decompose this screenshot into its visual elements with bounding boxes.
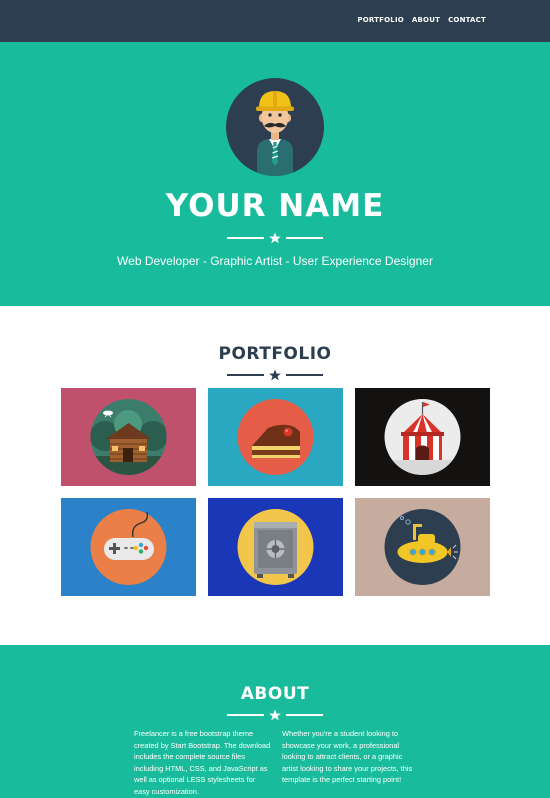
- game-controller-icon: [61, 498, 196, 596]
- star-icon: [269, 232, 281, 244]
- star-icon: [269, 369, 281, 381]
- portfolio-section: PORTFOLIO: [0, 306, 550, 645]
- about-section: ABOUT Freelancer is a free bootstrap the…: [0, 645, 550, 798]
- star-divider: [227, 369, 323, 381]
- nav-link-contact[interactable]: CONTACT: [448, 16, 486, 24]
- about-text-left: Freelancer is a free bootstrap theme cre…: [134, 729, 271, 796]
- cake-icon: [208, 388, 343, 486]
- hero-skills: Web Developer - Graphic Artist - User Ex…: [117, 254, 433, 268]
- hero-name: YOUR NAME: [165, 188, 385, 224]
- portfolio-heading: PORTFOLIO: [218, 344, 332, 364]
- star-divider: [227, 709, 323, 721]
- about-heading: ABOUT: [240, 684, 310, 704]
- nav-links: PORTFOLIO ABOUT CONTACT: [357, 16, 486, 24]
- avatar-icon: [226, 78, 324, 176]
- circus-tent-icon: [355, 388, 490, 486]
- portfolio-item-controller[interactable]: [61, 498, 196, 596]
- star-icon: [269, 709, 281, 721]
- portfolio-item-circus[interactable]: [355, 388, 490, 486]
- portfolio-item-submarine[interactable]: [355, 498, 490, 596]
- hero-section: YOUR NAME Web Developer - Graphic Artist…: [0, 42, 550, 306]
- nav-link-about[interactable]: ABOUT: [412, 16, 440, 24]
- nav-link-portfolio[interactable]: PORTFOLIO: [357, 16, 403, 24]
- about-text-right: Whether you're a student looking to show…: [282, 729, 413, 784]
- portfolio-item-cake[interactable]: [208, 388, 343, 486]
- portfolio-item-safe[interactable]: [208, 498, 343, 596]
- safe-icon: [208, 498, 343, 596]
- cabin-icon: [61, 388, 196, 486]
- star-divider: [227, 232, 323, 244]
- navbar: PORTFOLIO ABOUT CONTACT: [0, 0, 550, 42]
- portfolio-item-cabin[interactable]: [61, 388, 196, 486]
- submarine-icon: [355, 498, 490, 596]
